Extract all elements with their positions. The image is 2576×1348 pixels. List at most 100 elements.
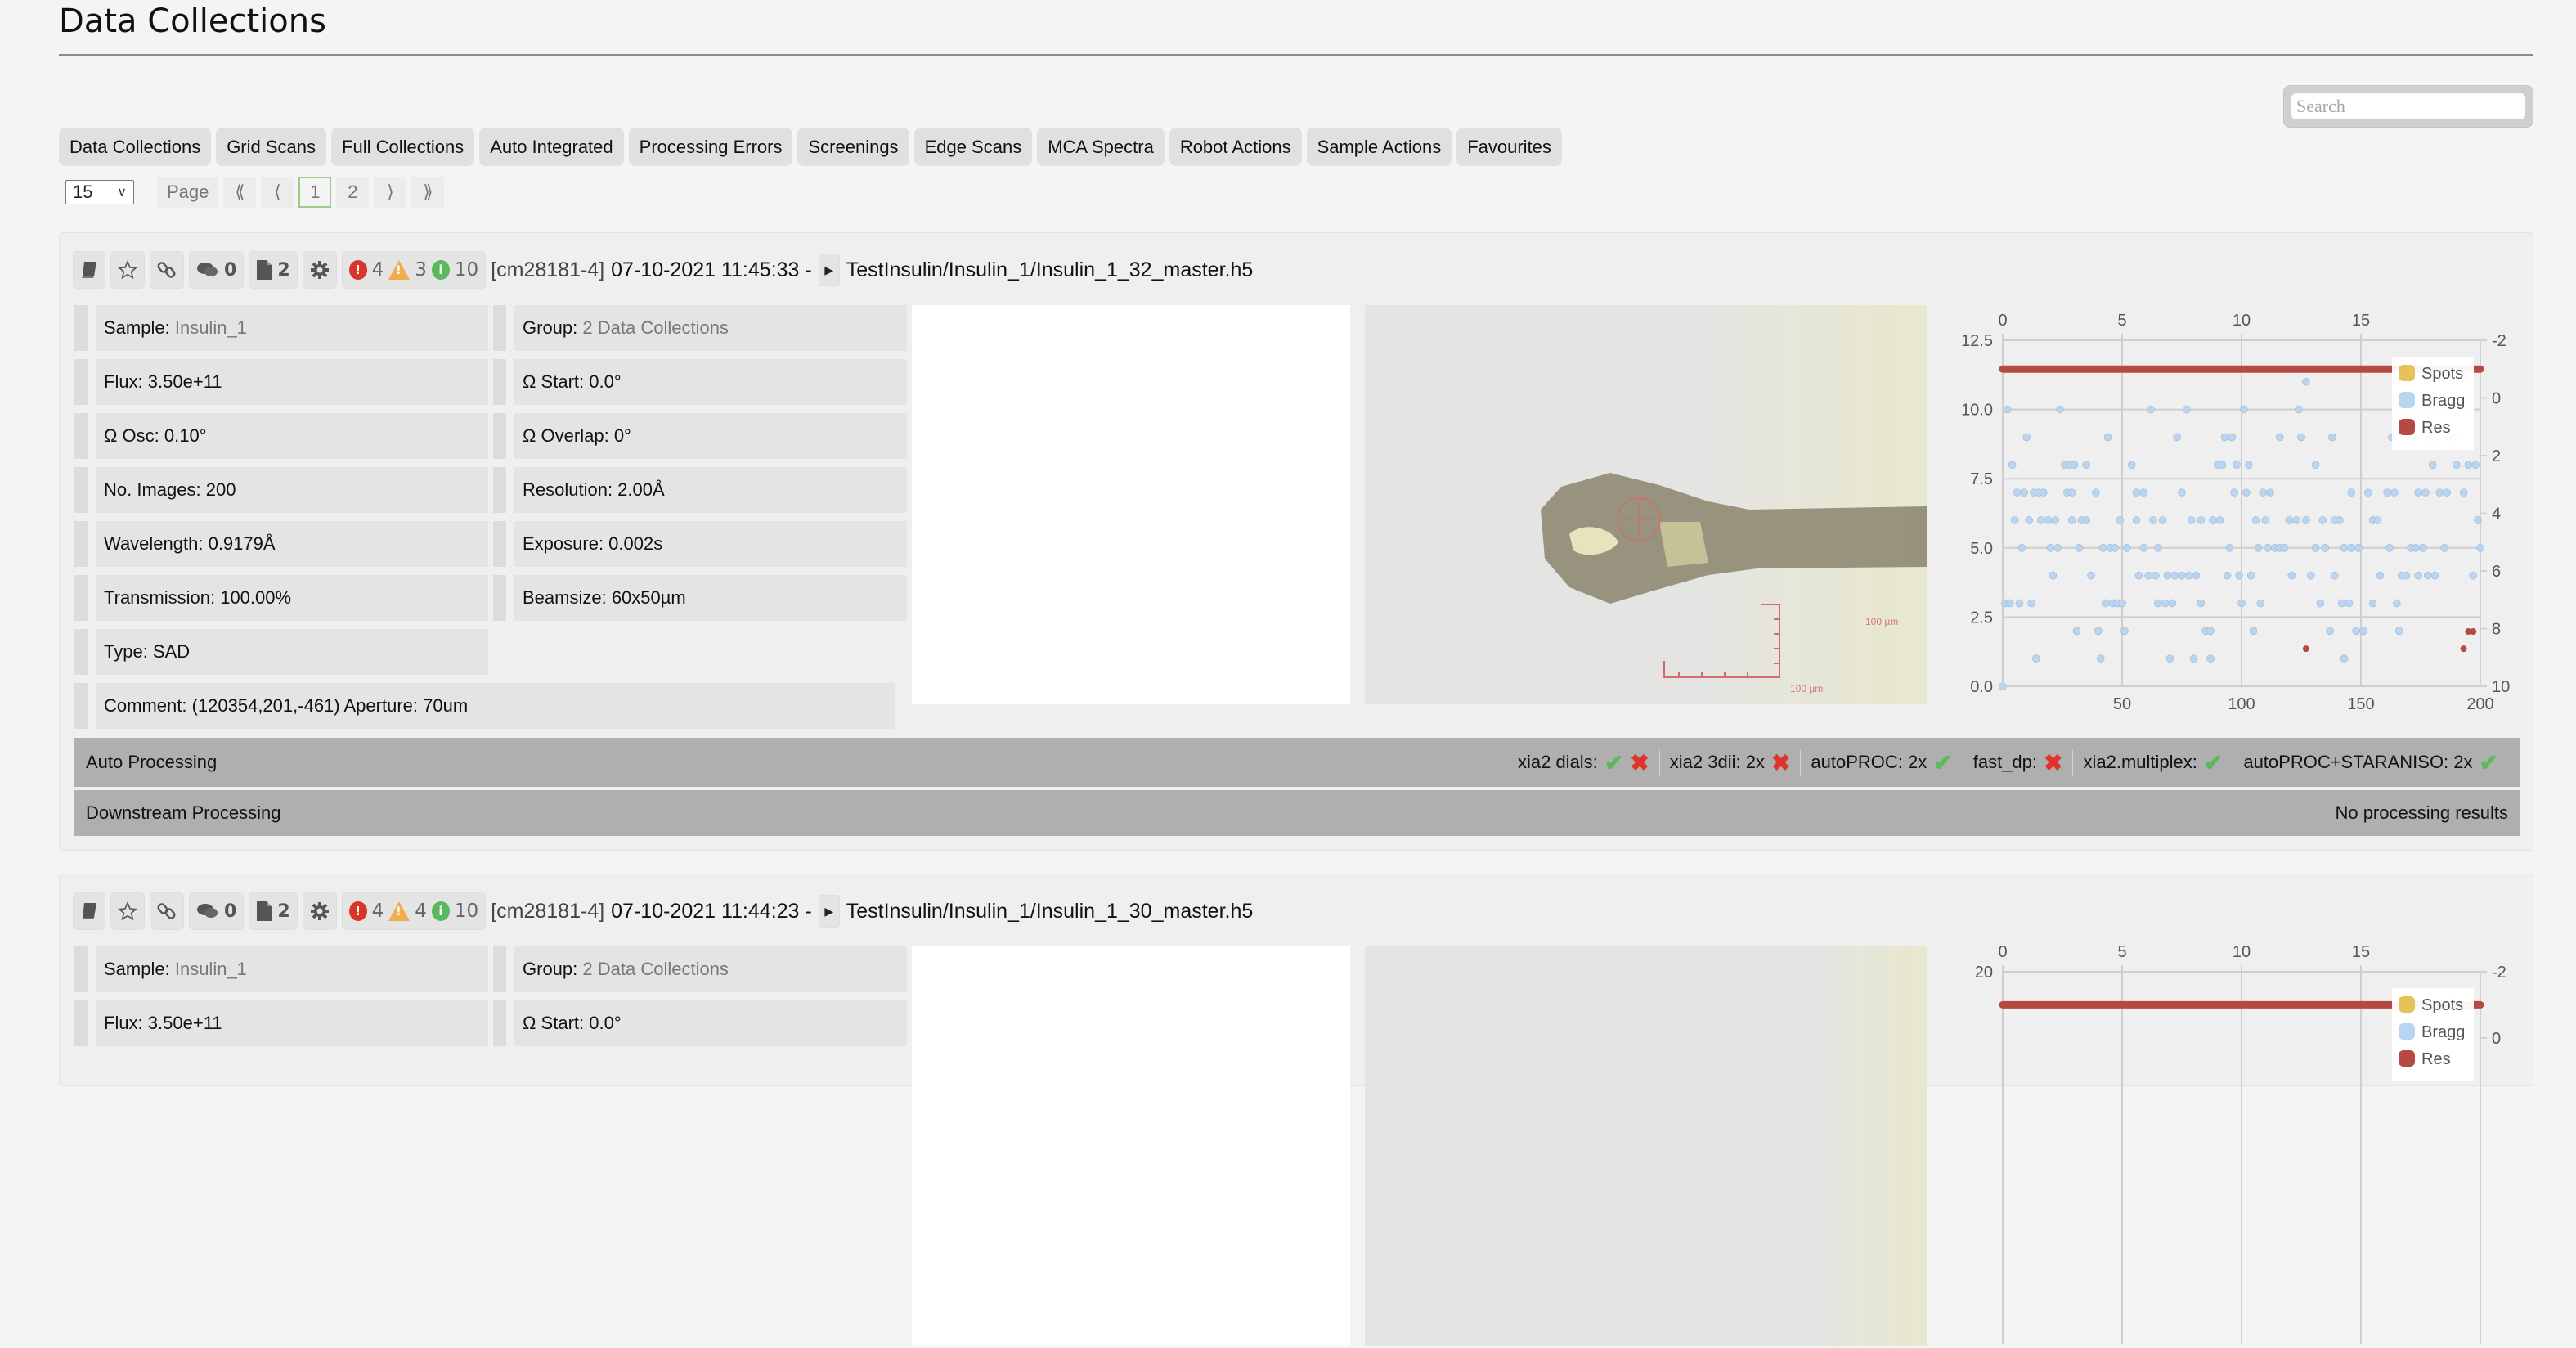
data-point-bragg	[2246, 571, 2255, 580]
favourite-button[interactable]	[110, 251, 145, 289]
y-left-tick-label: 5.0	[1970, 540, 1993, 558]
auto-processing-pipeline[interactable]: xia2.multiplex: ✔	[2072, 748, 2233, 776]
auto-processing-bar[interactable]: Auto Processing xia2 dials: ✔ ✖ xia2 3dii: …	[74, 738, 2520, 787]
tab-grid-scans[interactable]: Grid Scans	[216, 128, 327, 166]
diffraction-image[interactable]	[912, 305, 1350, 704]
downstream-processing-bar[interactable]: Downstream Processing No processing resu…	[74, 790, 2520, 836]
data-point-bragg	[2005, 599, 2014, 608]
per-page-select[interactable]: 15 ∨	[65, 180, 134, 204]
link-icon	[157, 903, 176, 919]
data-point-bragg	[2206, 654, 2215, 663]
page-button-2[interactable]: 2	[336, 177, 370, 208]
attachments-button[interactable]: 2	[249, 251, 298, 289]
data-point-bragg	[2230, 488, 2239, 497]
legend-label-bragg: Bragg	[2421, 1023, 2465, 1041]
data-point-bragg	[2206, 627, 2215, 636]
tab-sample-actions[interactable]: Sample Actions	[1306, 128, 1452, 166]
data-point-bragg	[2161, 599, 2170, 608]
page-button-1[interactable]: 1	[298, 177, 332, 208]
prev-page-button[interactable]: ⟨	[261, 177, 294, 208]
y-left-tick-label: 0.0	[1970, 678, 1993, 696]
messages-button[interactable]: ! 4 ! 3 i 10	[341, 251, 487, 289]
crystal-snapshot[interactable]	[1365, 946, 1927, 1346]
messages-button[interactable]: ! 4 ! 4 i 10	[341, 892, 487, 930]
comments-button[interactable]: 0	[189, 892, 245, 930]
auto-processing-pipeline[interactable]: xia2 3dii: 2x ✖	[1658, 748, 1801, 776]
favourite-button[interactable]	[110, 892, 145, 930]
tab-data-collections[interactable]: Data Collections	[59, 128, 212, 166]
data-point-bragg	[2184, 571, 2193, 580]
attachments-button[interactable]: 2	[249, 892, 298, 930]
tab-mca-spectra[interactable]: MCA Spectra	[1037, 128, 1165, 166]
data-point-bragg	[2285, 516, 2294, 524]
comments-button[interactable]: 0	[189, 251, 245, 289]
data-point-bragg	[2421, 488, 2430, 497]
tab-edge-scans[interactable]: Edge Scans	[913, 128, 1033, 166]
info-icon: i	[431, 901, 450, 921]
legend-label-bragg: Bragg	[2421, 392, 2465, 410]
failure-cross-icon: ✖	[2044, 749, 2063, 775]
play-icon[interactable]: ▶	[818, 895, 840, 928]
diffraction-image[interactable]	[912, 946, 1350, 1346]
x-top-tick-label: 0	[1998, 943, 2007, 961]
data-point-bragg	[2225, 543, 2234, 552]
auto-processing-pipeline[interactable]: xia2 dials: ✔ ✖	[1508, 749, 1659, 776]
permalink-button[interactable]	[150, 892, 184, 930]
data-point-bragg	[2183, 405, 2191, 414]
data-point-bragg	[2111, 543, 2120, 552]
search-input[interactable]	[2291, 93, 2525, 119]
y-left-tick-label: 7.5	[1970, 470, 1993, 488]
data-point-bragg	[2170, 571, 2179, 580]
data-point-bragg	[2414, 488, 2422, 497]
data-point-bragg	[2020, 488, 2029, 497]
data-point-bragg	[2049, 571, 2058, 580]
data-point-bragg	[2163, 571, 2172, 580]
data-point-bragg	[2233, 461, 2241, 470]
permalink-button[interactable]	[150, 251, 184, 289]
data-point-bragg	[2287, 571, 2296, 580]
tab-robot-actions[interactable]: Robot Actions	[1169, 128, 1302, 166]
param-beamsize: Beamsize: 60x50µm	[514, 575, 907, 621]
logbook-button[interactable]	[73, 251, 105, 289]
data-point-bragg	[2044, 516, 2053, 524]
data-point-bragg	[2098, 543, 2107, 552]
data-point-bragg	[2244, 461, 2253, 470]
success-check-icon: ✔	[1604, 749, 1624, 775]
data-point-bragg	[2197, 516, 2206, 524]
page: Data Collections Data Collections Grid S…	[59, 0, 2533, 208]
y-left-tick-label: 12.5	[1961, 332, 1993, 350]
data-point-bragg	[2469, 571, 2478, 580]
last-page-button[interactable]: ⟫	[411, 177, 445, 208]
data-point-bragg	[2223, 571, 2232, 580]
crystal-snapshot[interactable]: 100 µm 100 µm	[1365, 305, 1927, 704]
collection-type-tabs: Data Collections Grid Scans Full Collect…	[59, 128, 1562, 166]
data-point-bragg	[2280, 543, 2289, 552]
logbook-button[interactable]	[73, 892, 105, 930]
settings-button[interactable]	[302, 251, 337, 289]
tab-screenings[interactable]: Screenings	[797, 128, 909, 166]
sample-link[interactable]: Insulin_1	[175, 959, 247, 979]
data-point-bragg	[2328, 433, 2336, 442]
data-point-bragg	[2471, 461, 2480, 470]
param-group: Group: 2 Data Collections	[514, 305, 907, 351]
y-left-tick-label: 2.5	[1970, 609, 1993, 627]
play-icon[interactable]: ▶	[818, 254, 840, 286]
group-link[interactable]: 2 Data Collections	[582, 959, 729, 979]
auto-processing-pipeline[interactable]: autoPROC: 2x ✔	[1800, 748, 1962, 776]
auto-processing-pipeline[interactable]: fast_dp: ✖	[1962, 748, 2073, 776]
gear-icon	[310, 902, 329, 920]
next-page-button[interactable]: ⟩	[374, 177, 407, 208]
y-right-tick-label: 0	[2492, 390, 2501, 408]
data-point-bragg	[2189, 654, 2198, 663]
tab-processing-errors[interactable]: Processing Errors	[628, 128, 793, 166]
group-link[interactable]: 2 Data Collections	[582, 317, 729, 338]
sample-link[interactable]: Insulin_1	[175, 317, 247, 338]
first-page-button[interactable]: ⟪	[223, 177, 257, 208]
tab-favourites[interactable]: Favourites	[1456, 128, 1562, 166]
settings-button[interactable]	[302, 892, 337, 930]
per-image-analysis-chart: 0 5 10 15 20 -2 0 Spots Bragg Res	[1975, 943, 2506, 1348]
param-omega-osc: Ω Osc: 0.10°	[96, 413, 488, 459]
tab-auto-integrated[interactable]: Auto Integrated	[479, 128, 624, 166]
auto-processing-pipeline[interactable]: autoPROC+STARANISO: 2x ✔	[2233, 748, 2508, 776]
tab-full-collections[interactable]: Full Collections	[331, 128, 475, 166]
